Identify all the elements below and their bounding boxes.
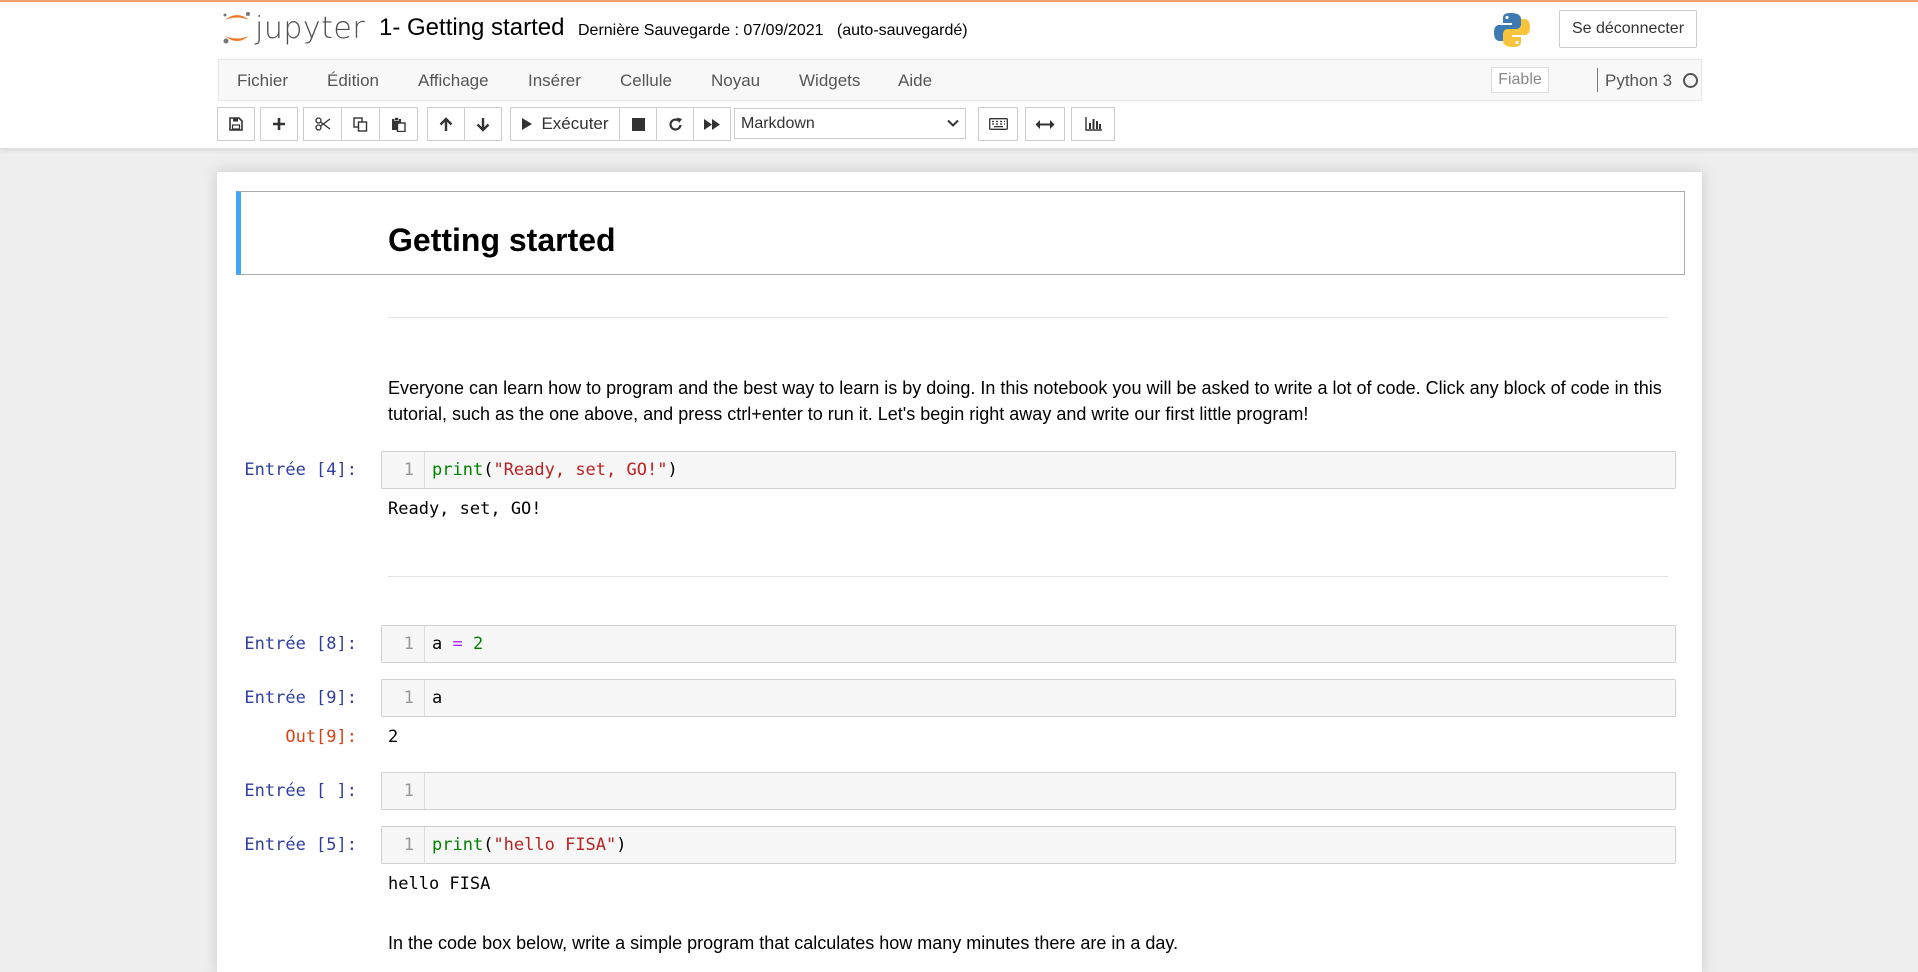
kernel-name[interactable]: Python 3 [1605,71,1672,91]
code-text: a = 2 [432,634,484,654]
jupyter-logo[interactable]: jupyter [221,10,365,46]
restart-run-all-button[interactable] [693,107,731,141]
insert-cell-button[interactable] [260,107,298,141]
play-icon [522,118,533,130]
plus-icon [273,118,285,130]
command-palette-button[interactable] [978,107,1018,141]
fast-forward-icon [704,118,720,130]
code-text: print("Ready, set, GO!") [432,460,678,480]
code-cell[interactable]: 1 print("hello FISA") [381,826,1676,864]
notebook-title[interactable]: 1- Getting started [379,14,564,42]
restart-kernel-button[interactable] [656,107,694,141]
line-number: 1 [403,460,414,480]
output-prompt: Out[9]: [285,727,357,747]
input-prompt: Entrée [8]: [244,634,357,654]
input-prompt: Entrée [4]: [244,460,357,480]
line-gutter: 1 [382,827,425,863]
save-info: Dernière Sauvegarde : 07/09/2021 (auto-s… [578,22,968,40]
line-number: 1 [403,835,414,855]
arrows-h-icon [1035,119,1055,129]
logout-button[interactable]: Se déconnecter [1559,10,1697,48]
arrow-down-icon [476,117,490,132]
jupyter-logo-text: jupyter [255,10,366,46]
restart-icon [668,117,682,131]
divider [388,576,1668,577]
menu-fichier[interactable]: Fichier [237,71,288,91]
code-cell[interactable]: 1 print("Ready, set, GO!") [381,451,1676,489]
arrow-up-icon [439,116,453,131]
menu-inserer[interactable]: Insérer [528,71,581,91]
notebook-container: Getting started Everyone can learn how t… [217,172,1702,972]
cell-output: Ready, set, GO! [388,499,542,519]
line-number: 1 [403,688,414,708]
run-button-label: Exécuter [541,114,609,133]
last-saved: Dernière Sauvegarde : 07/09/2021 [578,22,824,39]
menu-affichage[interactable]: Affichage [418,71,489,91]
interrupt-kernel-button[interactable] [619,107,657,141]
cell-type-select[interactable]: Markdown [734,108,966,139]
input-prompt: Entrée [ ]: [244,781,357,801]
jupyter-logo-icon [221,10,253,46]
menubar: Fichier Édition Affichage Insérer Cellul… [218,59,1702,101]
line-gutter: 1 [382,773,425,809]
menu-cellule[interactable]: Cellule [620,71,672,91]
line-gutter: 1 [382,626,425,662]
python-logo-icon [1493,11,1531,49]
menu-widgets[interactable]: Widgets [799,71,860,91]
line-number: 1 [403,634,414,654]
cut-button[interactable] [303,107,342,141]
input-prompt: Entrée [5]: [244,835,357,855]
copy-button[interactable] [341,107,380,141]
toggle-width-button[interactable] [1025,107,1065,141]
move-up-button[interactable] [427,107,465,141]
divider [388,317,1668,318]
intro-paragraph: Everyone can learn how to program and th… [388,378,1662,424]
code-cell[interactable]: 1 [381,772,1676,810]
kernel-separator [1597,68,1598,92]
notebook-heading: Getting started [388,222,616,258]
closing-paragraph: In the code box below, write a simple pr… [388,933,1179,953]
paste-icon [392,116,406,132]
kernel-idle-icon [1683,73,1698,88]
menu-edition[interactable]: Édition [327,71,379,91]
keyboard-icon [988,118,1008,130]
copy-icon [353,116,368,132]
autosave-status: (auto-sauvegardé) [836,22,968,39]
chevron-down-icon [947,119,959,127]
line-number: 1 [403,781,414,801]
run-button[interactable]: Exécuter [510,107,620,141]
bar-chart-icon [1084,117,1102,131]
menu-noyau[interactable]: Noyau [711,71,760,91]
code-text: a [432,688,443,708]
cell-output: hello FISA [388,874,491,894]
cut-icon [314,117,330,131]
resource-usage-button[interactable] [1071,107,1115,141]
input-prompt: Entrée [9]: [244,688,357,708]
trusted-indicator[interactable]: Fiable [1491,67,1549,93]
header: jupyter 1- Getting started Dernière Sauv… [0,2,1918,59]
code-cell[interactable]: 1 a [381,679,1676,717]
code-text: print("hello FISA") [432,835,627,855]
cell-output: 2 [388,727,399,747]
cell-type-value: Markdown [741,115,815,132]
paste-button[interactable] [379,107,418,141]
line-gutter: 1 [382,452,425,488]
move-down-button[interactable] [464,107,502,141]
save-button[interactable] [217,107,255,141]
stop-icon [631,117,645,131]
menu-aide[interactable]: Aide [898,71,932,91]
save-icon [229,117,243,131]
code-cell[interactable]: 1 a = 2 [381,625,1676,663]
line-gutter: 1 [382,680,425,716]
